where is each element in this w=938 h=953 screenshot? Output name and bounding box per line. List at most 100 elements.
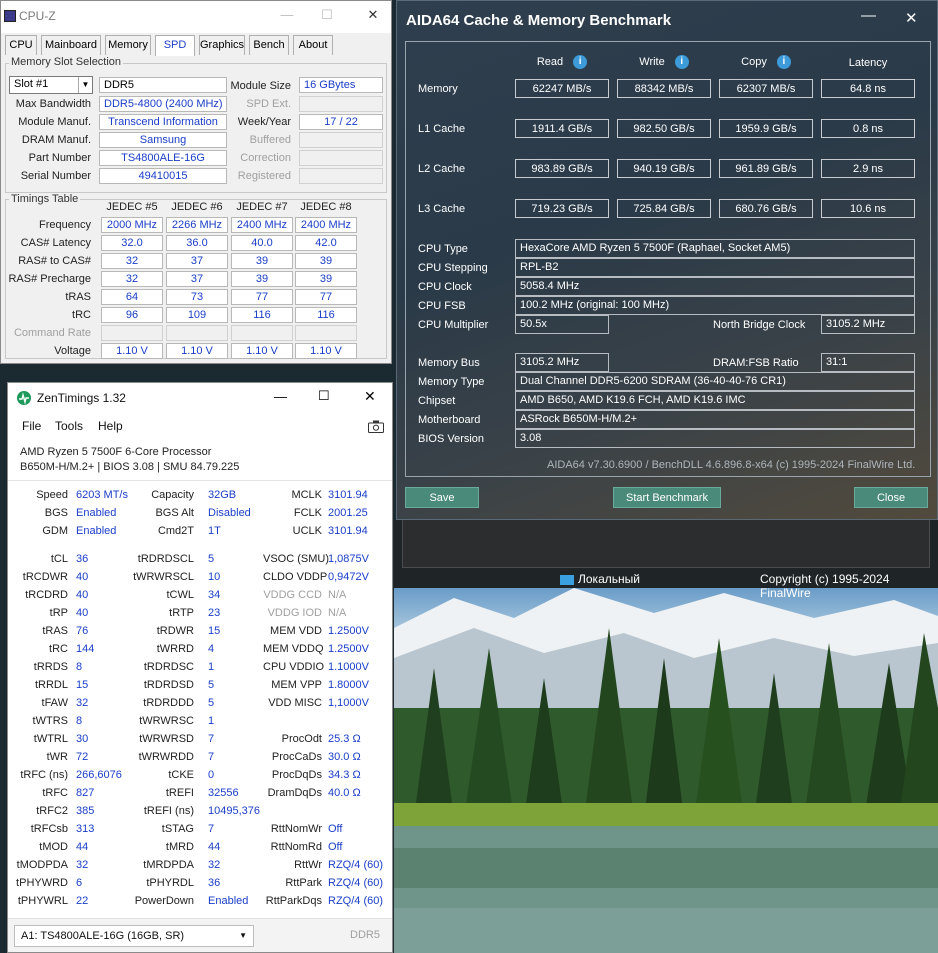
benchmark-value: 725.84 GB/s	[617, 199, 711, 218]
maximize-button[interactable]: ☐	[317, 7, 337, 23]
copy-header: Copy i	[719, 55, 813, 69]
voltage-value: 1.2500V	[328, 643, 369, 655]
info-icon[interactable]: i	[573, 55, 588, 69]
timing-label: tRFCsb	[30, 823, 68, 835]
benchmark-value: 88342 MB/s	[617, 79, 711, 98]
voltage-value: RZQ/4 (60)	[328, 859, 384, 871]
voltage-value: N/A	[328, 607, 347, 619]
timing-value: 7	[208, 733, 215, 745]
voltage-value: 1.8000V	[328, 679, 369, 691]
voltage-label: RttPark	[285, 877, 322, 889]
dram-fsb-field: 31:1	[821, 353, 915, 372]
tab-spd[interactable]: SPD	[155, 35, 195, 56]
start-benchmark-button[interactable]: Start Benchmark	[613, 487, 721, 508]
tab-bench[interactable]: Bench	[249, 35, 289, 55]
timing-value: 7	[208, 823, 215, 835]
timing-label: tCKE	[168, 769, 194, 781]
minimize-button[interactable]: —	[861, 7, 876, 24]
cpuz-titlebar[interactable]: CPU-Z — ☐ ✕	[1, 1, 391, 33]
timing-label: tRC	[49, 643, 68, 655]
jedec-column-header: JEDEC #7	[236, 201, 288, 213]
benchmark-value: 680.76 GB/s	[719, 199, 813, 218]
timing-value: 36	[208, 877, 221, 889]
minimize-button[interactable]: —	[277, 7, 297, 22]
cpu-stepping-field: RPL-B2	[515, 258, 915, 277]
benchmark-value: 62247 MB/s	[515, 79, 609, 98]
close-button[interactable]: ✕	[364, 388, 376, 405]
menu-tools[interactable]: Tools	[55, 419, 83, 433]
serial-number-label: Serial Number	[20, 170, 91, 182]
voltage-label: VDDG CCD	[263, 589, 322, 601]
network-label: Локальный	[560, 572, 640, 586]
timing-label: tRDRDSC	[143, 661, 194, 673]
menu-file[interactable]: File	[22, 419, 41, 433]
close-button[interactable]: ✕	[905, 9, 918, 27]
tab-mainboard[interactable]: Mainboard	[41, 35, 101, 55]
menu-help[interactable]: Help	[98, 419, 123, 433]
zentimings-window: ZenTimings 1.32 — ☐ ✕ File Tools Help AM…	[7, 382, 393, 953]
module-select-value: A1: TS4800ALE-16G (16GB, SR)	[21, 930, 185, 942]
timing-value: 8	[76, 715, 83, 727]
cpu-clock-field: 5058.4 MHz	[515, 277, 915, 296]
slot-select[interactable]: Slot #1 ▼	[9, 76, 93, 94]
timing-label: tRFC2	[36, 805, 68, 817]
timing-label: tWRWRSD	[139, 733, 194, 745]
info-icon[interactable]: i	[776, 55, 791, 69]
tab-cpu[interactable]: CPU	[5, 35, 37, 55]
timing-label: tWRWRSC	[139, 715, 194, 727]
aida-title: AIDA64 Cache & Memory Benchmark	[406, 12, 672, 29]
save-button[interactable]: Save	[405, 487, 479, 508]
voltage-value: 2001.25	[328, 507, 368, 519]
zen-footer: A1: TS4800ALE-16G (16GB, SR) ▼ DDR5	[8, 918, 392, 952]
timing-cell: 32	[101, 271, 163, 287]
buffered-label: Buffered	[249, 134, 291, 146]
timing-label: tWRWRSCL	[133, 571, 194, 583]
tab-graphics[interactable]: Graphics	[199, 35, 245, 55]
latency-header: Latency	[848, 57, 888, 69]
camera-icon[interactable]	[368, 420, 384, 433]
version-text: AIDA64 v7.30.6900 / BenchDLL 4.6.896.8-x…	[547, 459, 916, 471]
info-icon[interactable]: i	[674, 55, 689, 69]
cpuz-app-icon	[4, 10, 16, 22]
timing-value: Enabled	[76, 525, 117, 537]
benchmark-value: 64.8 ns	[821, 79, 915, 98]
benchmark-value: 961.89 GB/s	[719, 159, 813, 178]
timing-label: tREFI (ns)	[143, 805, 194, 817]
network-icon	[560, 574, 574, 585]
timing-label: tPHYWRL	[17, 895, 68, 907]
voltage-value: 0,9472V	[328, 571, 369, 583]
timing-cell: 2266 MHz	[166, 217, 228, 233]
zentimings-app-icon	[17, 391, 31, 405]
tab-memory[interactable]: Memory	[105, 35, 151, 55]
timing-label: tRDRDSD	[143, 679, 194, 691]
timing-value: 30	[76, 733, 89, 745]
memory-type-field: Dual Channel DDR5-6200 SDRAM (36-40-40-7…	[515, 372, 915, 391]
cpuz-title: CPU-Z	[19, 9, 56, 23]
timing-row-label: tRAS	[65, 291, 91, 303]
voltage-label: VDDG IOD	[267, 607, 322, 619]
tab-about[interactable]: About	[293, 35, 333, 55]
registered-field	[299, 168, 383, 184]
timing-row-label: Voltage	[54, 345, 91, 357]
minimize-button[interactable]: —	[274, 389, 287, 404]
maximize-button[interactable]: ☐	[318, 388, 330, 404]
correction-field	[299, 150, 383, 166]
zen-titlebar[interactable]: ZenTimings 1.32 — ☐ ✕	[8, 383, 392, 413]
timing-value: 44	[76, 841, 89, 853]
close-button[interactable]: ✕	[363, 7, 383, 23]
voltage-label: UCLK	[292, 525, 322, 537]
bios-version-label: BIOS Version	[418, 433, 485, 445]
voltage-value: 40.0 Ω	[328, 787, 361, 799]
timing-value: 8	[76, 661, 83, 673]
timing-value: 32	[208, 859, 221, 871]
timing-label: tMRD	[165, 841, 194, 853]
voltage-label: ProcOdt	[281, 733, 322, 745]
close-dialog-button[interactable]: Close	[854, 487, 928, 508]
voltage-value: 34.3 Ω	[328, 769, 361, 781]
cpuz-window: CPU-Z — ☐ ✕ CPU Mainboard Memory SPD Gra…	[0, 0, 392, 364]
module-select[interactable]: A1: TS4800ALE-16G (16GB, SR) ▼	[14, 925, 254, 947]
timing-label: tRDRDSCL	[137, 553, 194, 565]
motherboard-label: Motherboard	[418, 414, 481, 426]
timing-label: Capacity	[151, 489, 194, 501]
voltage-value: 3101.94	[328, 489, 368, 501]
